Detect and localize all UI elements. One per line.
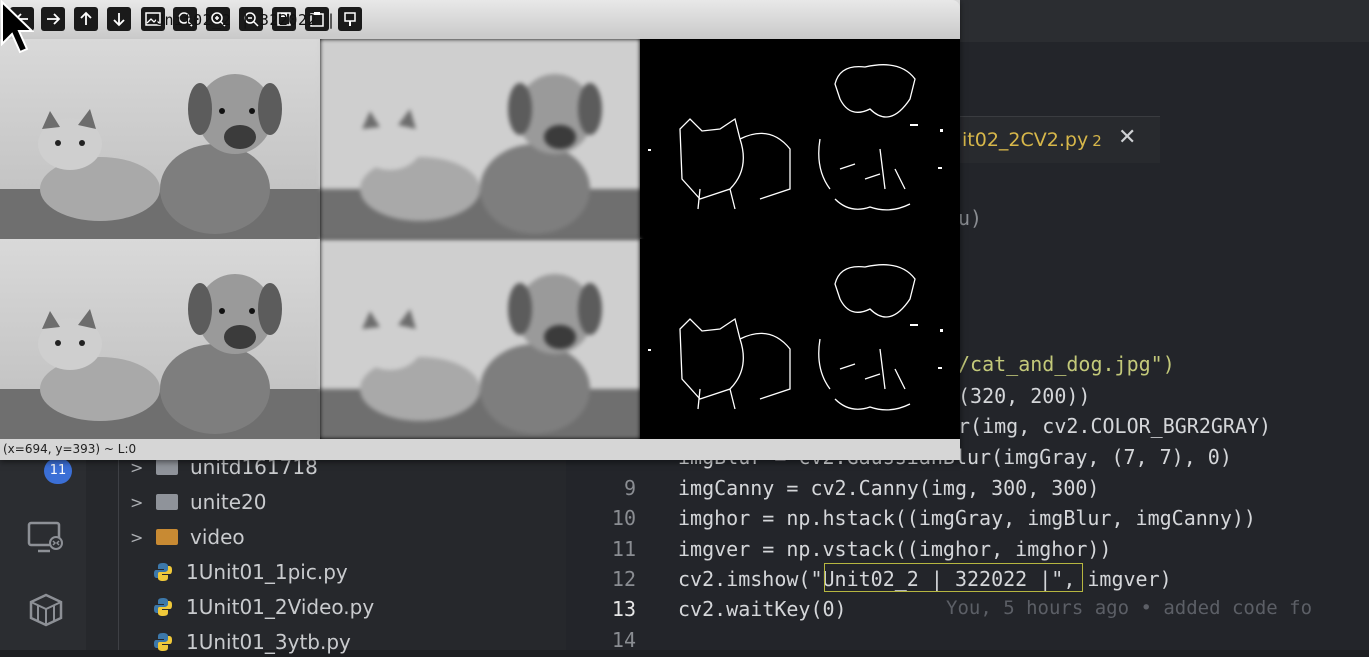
code-fragment: (320, 200)) <box>958 384 1091 408</box>
code-fragment: /cat_and_dog.jpg") <box>958 352 1175 376</box>
tree-item-label: 1Unit01_3ytb.py <box>186 630 351 654</box>
tree-item-label: video <box>190 525 245 549</box>
image-canvas[interactable] <box>0 39 960 439</box>
opencv-toolbar: Unit02_2 | 322022 | <box>0 0 960 39</box>
gray-image-tile <box>0 239 320 439</box>
properties-icon[interactable] <box>338 7 362 31</box>
python-file-icon <box>154 563 172 581</box>
folder-icon <box>156 494 178 510</box>
blurred-image-tile <box>320 239 640 439</box>
editor-tab[interactable]: it02_2CV2.py 2 ✕ <box>930 116 1160 163</box>
canny-edge-tile <box>640 39 960 239</box>
tree-item-label: 1Unit01_2Video.py <box>186 595 375 619</box>
tree-item-file[interactable]: 1Unit01_3ytb.py <box>152 627 351 657</box>
line-number: 9 <box>623 476 636 500</box>
arrow-down-icon[interactable] <box>107 7 131 31</box>
line-number: 12 <box>611 567 636 591</box>
chevron-right-icon: > <box>130 527 144 547</box>
code-fragment: u) <box>958 206 983 230</box>
close-tab-icon[interactable]: ✕ <box>1118 125 1136 150</box>
arrow-up-icon[interactable] <box>74 7 98 31</box>
window-title: Unit02_2 | 322022 | <box>155 11 337 29</box>
video-folder-icon <box>156 529 178 545</box>
container-icon[interactable] <box>26 590 66 630</box>
mouse-cursor-icon <box>0 0 34 54</box>
line-number: 14 <box>611 628 636 652</box>
tree-item-folder[interactable]: > unite20 <box>130 487 267 517</box>
code-line: imgCanny = cv2.Canny(img, 300, 300) <box>678 476 1100 500</box>
tab-label: it02_2CV2.py 2 <box>962 129 1102 151</box>
tree-item-file[interactable]: 1Unit01_1pic.py <box>152 557 348 587</box>
remote-explorer-icon[interactable] <box>26 517 66 557</box>
gray-image-tile <box>0 39 320 239</box>
code-line: imghor = np.hstack((imgGray, imgBlur, im… <box>678 506 1256 530</box>
opencv-image-window[interactable]: Unit02_2 | 322022 | (x=694, y=393) ~ L:0 <box>0 0 960 460</box>
chevron-right-icon: > <box>130 457 144 477</box>
blurred-image-tile <box>320 39 640 239</box>
tree-item-label: unite20 <box>190 490 267 514</box>
git-blame-annotation: You, 5 hours ago • added code fo <box>946 597 1313 619</box>
tree-item-label: 1Unit01_1pic.py <box>186 560 348 584</box>
line-number: 10 <box>611 506 636 530</box>
activity-badge: 11 <box>44 458 72 484</box>
folder-icon <box>156 459 178 475</box>
chevron-right-icon: > <box>130 492 144 512</box>
line-number-current: 13 <box>611 597 636 621</box>
code-fragment: r(img, cv2.COLOR_BGR2GRAY) <box>958 414 1272 438</box>
problem-count-badge: 2 <box>1092 132 1102 150</box>
python-file-icon <box>154 598 172 616</box>
code-line: imgver = np.vstack((imghor, imghor)) <box>678 537 1112 561</box>
pixel-status-bar: (x=694, y=393) ~ L:0 <box>0 439 960 460</box>
string-literal: /cat_and_dog.jpg") <box>958 352 1175 376</box>
tree-indent-guide <box>118 455 119 650</box>
arrow-right-icon[interactable] <box>41 7 65 31</box>
tree-item-folder[interactable]: > video <box>130 522 245 552</box>
line-number: 11 <box>611 537 636 561</box>
canny-edge-tile <box>640 239 960 439</box>
selection-highlight <box>824 563 1083 592</box>
tree-item-file[interactable]: 1Unit01_2Video.py <box>152 592 374 622</box>
code-line: cv2.waitKey(0) <box>678 597 847 621</box>
